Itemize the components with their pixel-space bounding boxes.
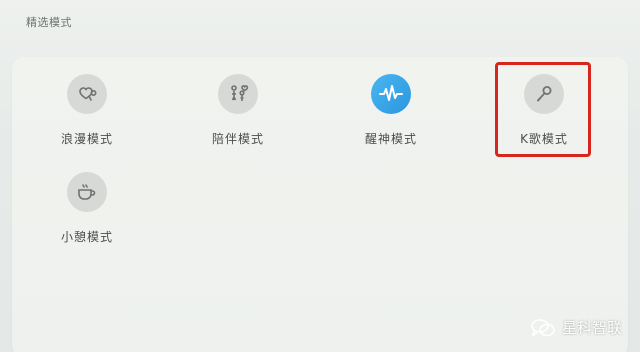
- mode-wakeup[interactable]: 醒神模式: [341, 74, 441, 147]
- mode-companion[interactable]: 陪伴模式: [188, 74, 288, 147]
- mode-label: 醒神模式: [364, 132, 417, 146]
- coffee-cup-icon: [67, 172, 107, 212]
- watermark-text: 星科智联: [561, 319, 622, 337]
- mode-label: 小憩模式: [60, 230, 113, 244]
- wechat-icon: [531, 318, 555, 336]
- mode-label: 陪伴模式: [211, 132, 264, 146]
- watermark: 星科智联: [530, 317, 622, 338]
- companion-people-icon: [218, 74, 258, 114]
- section-title: 精选模式: [26, 16, 72, 29]
- mode-nap[interactable]: 小憩模式: [37, 172, 137, 245]
- mode-romantic[interactable]: 浪漫模式: [37, 74, 137, 147]
- heart-balloon-icon: [67, 74, 107, 114]
- pulse-wave-icon: [371, 74, 411, 114]
- mode-selection-screen: 精选模式 浪漫模式 陪伴模式 醒神模式 K歌模式 小憩模式 星科智联: [0, 0, 640, 352]
- highlight-box: [495, 62, 591, 157]
- mode-label: 浪漫模式: [60, 132, 113, 146]
